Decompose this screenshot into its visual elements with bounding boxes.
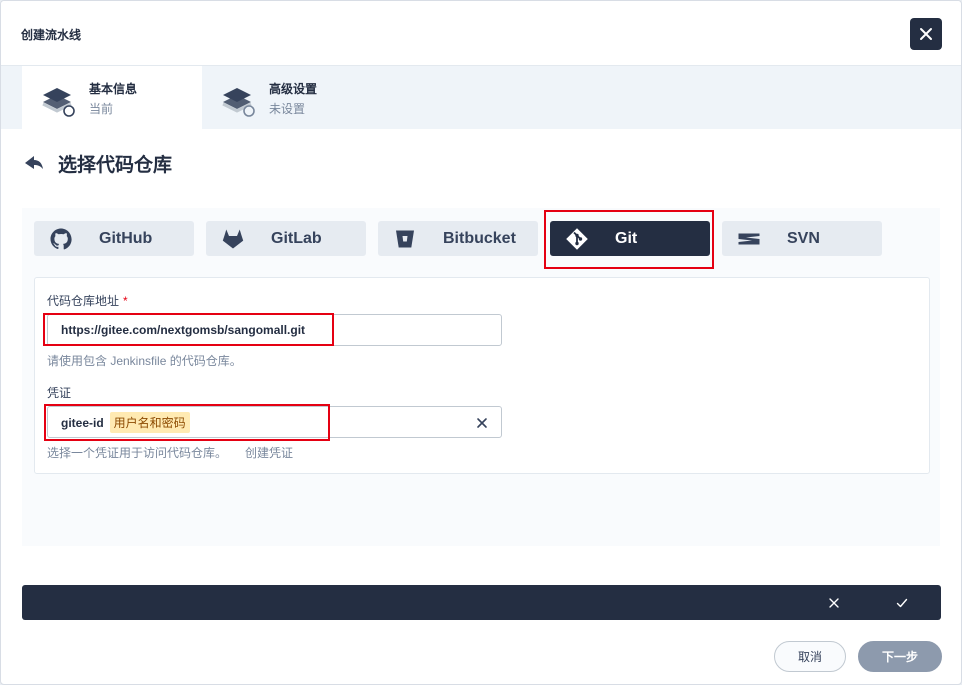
tab-bitbucket[interactable]: Bitbucket [378, 221, 538, 256]
dialog-header: 创建流水线 [1, 1, 961, 65]
tab-svn[interactable]: SVN [722, 221, 882, 256]
section-title: 选择代码仓库 [58, 154, 173, 176]
close-button[interactable] [910, 18, 942, 50]
repo-url-value: https://gitee.com/nextgomsb/sangomall.gi… [61, 323, 306, 337]
svn-icon [738, 233, 760, 245]
close-icon[interactable] [827, 596, 841, 610]
step-status: 当前 [89, 102, 114, 116]
tab-label: GitHub [99, 230, 153, 247]
credential-label: 凭证 [47, 386, 72, 400]
back-arrow-icon[interactable] [23, 152, 45, 174]
gitlab-icon [222, 229, 244, 249]
tab-git[interactable]: Git [550, 221, 710, 256]
repo-select-panel: GitHub GitLab Bitbucket Git SVN 代码仓库地址 *… [22, 208, 940, 546]
cancel-button[interactable]: 取消 [774, 641, 846, 672]
step-advanced-settings[interactable]: 高级设置 未设置 [202, 66, 382, 130]
repo-url-label: 代码仓库地址 * [47, 294, 128, 308]
layers-icon [222, 88, 255, 117]
credential-type-tag: 用户名和密码 [109, 412, 190, 433]
step-status: 未设置 [269, 102, 306, 116]
git-icon [566, 228, 588, 250]
check-icon[interactable] [895, 596, 909, 610]
clear-icon[interactable] [475, 416, 489, 430]
tab-gitlab[interactable]: GitLab [206, 221, 366, 256]
step-basic-info[interactable]: 基本信息 当前 [22, 66, 202, 130]
repo-url-hint: 请使用包含 Jenkinsfile 的代码仓库。 [47, 354, 242, 368]
layers-icon [42, 88, 75, 117]
close-icon [920, 28, 932, 40]
dialog-title: 创建流水线 [21, 28, 82, 42]
section-heading: 选择代码仓库 [23, 149, 172, 177]
tab-label: Bitbucket [443, 230, 516, 247]
step-name: 高级设置 [269, 82, 318, 96]
bitbucket-icon [396, 230, 414, 248]
step-name: 基本信息 [89, 82, 138, 96]
tab-label: SVN [787, 230, 820, 247]
next-button[interactable]: 下一步 [858, 641, 942, 672]
credential-value: gitee-id 用户名和密码 [61, 412, 190, 433]
create-credential-link[interactable]: 创建凭证 [245, 446, 293, 460]
inline-action-bar [22, 585, 941, 620]
credential-select[interactable]: gitee-id 用户名和密码 [47, 406, 502, 438]
repo-form: 代码仓库地址 * https://gitee.com/nextgomsb/sang… [34, 277, 930, 474]
github-icon [50, 228, 72, 250]
tab-label: Git [615, 230, 638, 247]
tab-label: GitLab [271, 230, 322, 247]
credential-hint: 选择一个凭证用于访问代码仓库。 创建凭证 [47, 446, 294, 460]
steps-bar: 基本信息 当前 高级设置 未设置 [1, 65, 961, 130]
required-mark: * [123, 294, 128, 308]
repo-url-input[interactable]: https://gitee.com/nextgomsb/sangomall.gi… [47, 314, 502, 346]
create-pipeline-dialog: 创建流水线 基本信息 当前 高级设置 未设置 选择代码仓库 GitHub Git… [0, 0, 962, 685]
tab-github[interactable]: GitHub [34, 221, 194, 256]
